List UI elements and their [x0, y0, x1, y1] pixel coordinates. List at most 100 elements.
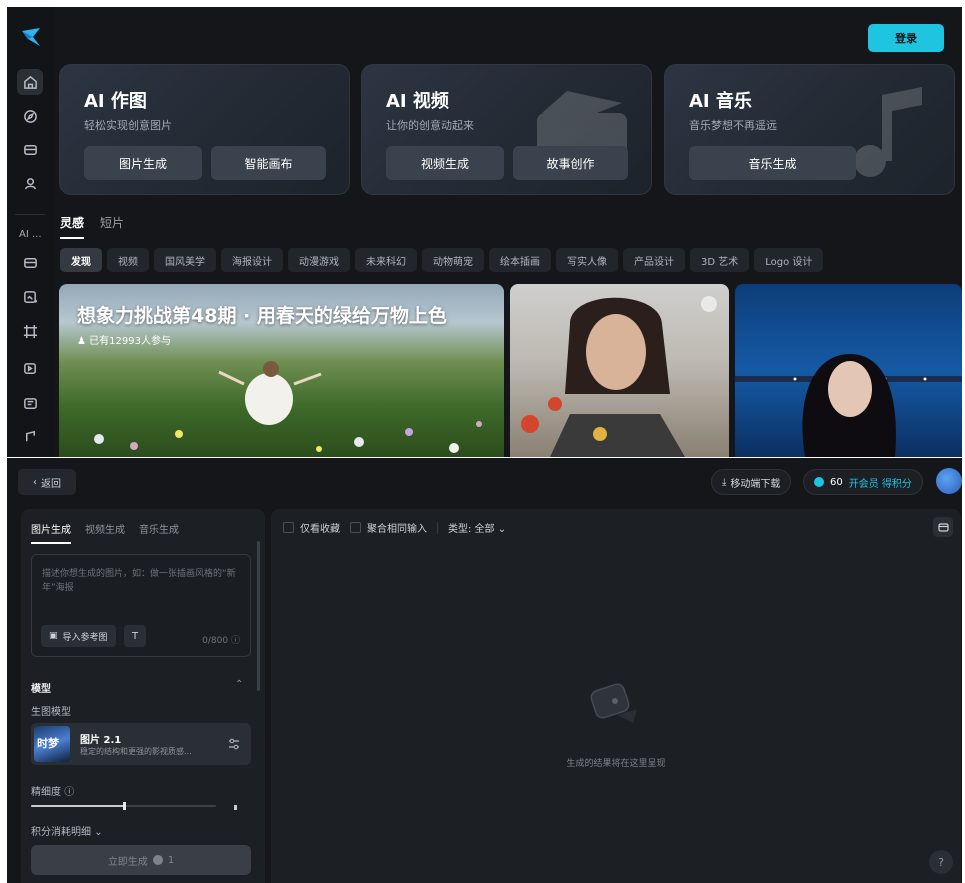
text-style-button[interactable]: T [124, 625, 146, 647]
hero-subtitle: 轻松实现创意图片 [84, 119, 172, 132]
import-reference-button[interactable]: ▣ 导入参考图 [41, 625, 116, 647]
story-create-button[interactable]: 故事创作 [513, 146, 628, 180]
category-chips: 发现 视频 国风美学 海报设计 动漫游戏 未来科幻 动物萌宠 绘本插画 写实人像… [60, 248, 824, 272]
mobile-download-button[interactable]: ⤓ 移动端下载 [711, 469, 792, 495]
vip-link[interactable]: 开会员 得积分 [849, 475, 912, 490]
credit-coin-icon [152, 855, 163, 865]
featured-challenge-banner[interactable]: 想象力挑战第48期 · 用春天的绿给万物上色 ♟ 已有12993人参与 [59, 284, 504, 457]
featured-video-portrait[interactable] [510, 284, 729, 457]
chip-logo[interactable]: Logo 设计 [754, 248, 824, 272]
model-subtitle: 生图模型 [31, 707, 71, 718]
participants-count: 已有12993人参与 [89, 336, 171, 347]
credits-count: 60 [830, 476, 843, 488]
tab-video-generate[interactable]: 视频生成 [85, 521, 125, 544]
challenge-title: 想象力挑战第48期 · 用春天的绿给万物上色 [77, 305, 447, 327]
video-generate-button[interactable]: 视频生成 [386, 146, 504, 180]
login-button[interactable]: 登录 [868, 24, 944, 52]
chip-product[interactable]: 产品设计 [623, 248, 685, 272]
merge-input-checkbox[interactable]: 聚合相同输入 [350, 520, 427, 535]
feed-tabs: 灵感 短片 [60, 214, 124, 239]
settings-sliders-icon[interactable] [227, 737, 241, 751]
chip-3d-art[interactable]: 3D 艺术 [690, 248, 750, 272]
home-icon[interactable] [17, 69, 43, 95]
back-label: 返回 [41, 478, 61, 490]
hero-card-ai-image[interactable]: AI 作图 轻松实现创意图片 图片生成 智能画布 [59, 64, 350, 195]
help-button[interactable]: ? [929, 850, 953, 874]
smart-canvas-button[interactable]: 智能画布 [211, 146, 326, 180]
portrait-illustration [521, 297, 685, 457]
merge-input-label: 聚合相同输入 [367, 524, 427, 535]
featured-night-portrait[interactable] [735, 284, 962, 457]
results-panel: 仅看收藏 聚合相同输入 类型: 全部 ⌄ 生成的结果将在这里呈现 ? [271, 509, 961, 883]
type-filter-label: 类型: 全部 [448, 524, 495, 535]
model-selector[interactable]: 时梦 图片 2.1 稳定的结构和更强的影视质感... [31, 723, 251, 765]
generate-screenshot: ‹ 返回 ⤓移动端下载 60 开会员 得积分 图片生成 视频生成 音乐生成 ▣ 导入… [7, 458, 962, 883]
chip-discover[interactable]: 发现 [60, 248, 102, 272]
favorites-only-label: 仅看收藏 [300, 524, 340, 535]
model-description: 稳定的结构和更强的影视质感... [80, 747, 192, 756]
folder-icon[interactable] [933, 517, 953, 537]
precision-slider[interactable] [31, 802, 216, 810]
logo-icon[interactable] [20, 27, 42, 47]
chip-pets[interactable]: 动物萌宠 [422, 248, 484, 272]
checkbox-box [283, 522, 294, 533]
type-filter-dropdown[interactable]: 类型: 全部 ⌄ [448, 520, 506, 535]
night-portrait-illustration [735, 354, 962, 457]
chip-picturebook[interactable]: 绘本插画 [489, 248, 551, 272]
image-gen-icon[interactable] [17, 284, 43, 310]
rail-ai-label: AI ... [19, 229, 42, 240]
tab-image-generate[interactable]: 图片生成 [31, 521, 71, 544]
generate-button[interactable]: 立即生成 1 [31, 845, 251, 875]
char-count: 0/800 [202, 636, 229, 646]
precision-slider-thumb[interactable] [122, 802, 126, 810]
story-icon[interactable] [17, 390, 43, 416]
hero-card-ai-music[interactable]: AI 音乐 音乐梦想不再遥远 音乐生成 [664, 64, 955, 195]
results-filter-bar: 仅看收藏 聚合相同输入 类型: 全部 ⌄ [283, 520, 506, 535]
precision-label-text: 精细度 [31, 787, 61, 798]
generation-type-tabs: 图片生成 视频生成 音乐生成 [31, 521, 179, 544]
assets-icon[interactable] [17, 136, 43, 162]
chip-video[interactable]: 视频 [107, 248, 149, 272]
hero-card-ai-video[interactable]: AI 视频 让你的创意动起来 视频生成 故事创作 [361, 64, 652, 195]
chip-scifi[interactable]: 未来科幻 [355, 248, 417, 272]
prompt-input[interactable] [42, 567, 242, 609]
tab-inspiration[interactable]: 灵感 [60, 214, 85, 239]
favorites-only-checkbox[interactable]: 仅看收藏 [283, 520, 340, 535]
filter-divider [437, 521, 438, 534]
folder-icon[interactable] [17, 249, 43, 275]
info-icon: ⓘ [64, 787, 75, 798]
chip-guofeng[interactable]: 国风美学 [154, 248, 216, 272]
back-button[interactable]: ‹ 返回 [18, 469, 76, 495]
precision-label: 精细度 ⓘ [31, 783, 74, 798]
cost-detail-label: 积分消耗明细 [31, 827, 91, 838]
chip-portrait[interactable]: 写实人像 [556, 248, 618, 272]
chip-poster[interactable]: 海报设计 [221, 248, 283, 272]
panel-scrollbar[interactable] [257, 541, 260, 691]
play-icon[interactable] [701, 296, 717, 312]
chevron-down-icon: ⌄ [497, 524, 507, 535]
generation-settings-panel: 图片生成 视频生成 音乐生成 ▣ 导入参考图 T 0/800 ⓘ 模型 ⌃ 生图模… [21, 509, 265, 883]
chevron-left-icon: ‹ [33, 476, 37, 488]
cost-detail-toggle[interactable]: 积分消耗明细 ⌄ [31, 823, 103, 838]
chip-anime[interactable]: 动漫游戏 [288, 248, 350, 272]
profile-icon[interactable] [17, 170, 43, 196]
explore-icon[interactable] [17, 103, 43, 129]
checkbox-box [350, 522, 361, 533]
avatar[interactable] [936, 468, 962, 494]
meadow-illustration [94, 361, 482, 453]
model-section-title: 模型 [31, 684, 51, 695]
empty-state-text: 生成的结果将在这里呈现 [566, 759, 666, 769]
slider-end-marker [234, 805, 237, 810]
chevron-up-icon[interactable]: ⌃ [235, 679, 243, 690]
hero-title: AI 作图 [84, 91, 147, 112]
image-generate-button[interactable]: 图片生成 [84, 146, 202, 180]
tab-shorts[interactable]: 短片 [100, 214, 124, 239]
video-gen-icon[interactable] [17, 355, 43, 381]
hero-title: AI 音乐 [689, 91, 752, 112]
generate-label: 立即生成 [107, 856, 148, 868]
canvas-icon[interactable] [17, 318, 43, 344]
music-generate-button[interactable]: 音乐生成 [689, 146, 856, 180]
tab-music-generate[interactable]: 音乐生成 [139, 521, 179, 544]
music-icon[interactable] [17, 423, 43, 449]
credits-badge[interactable]: 60 开会员 得积分 [803, 469, 923, 495]
